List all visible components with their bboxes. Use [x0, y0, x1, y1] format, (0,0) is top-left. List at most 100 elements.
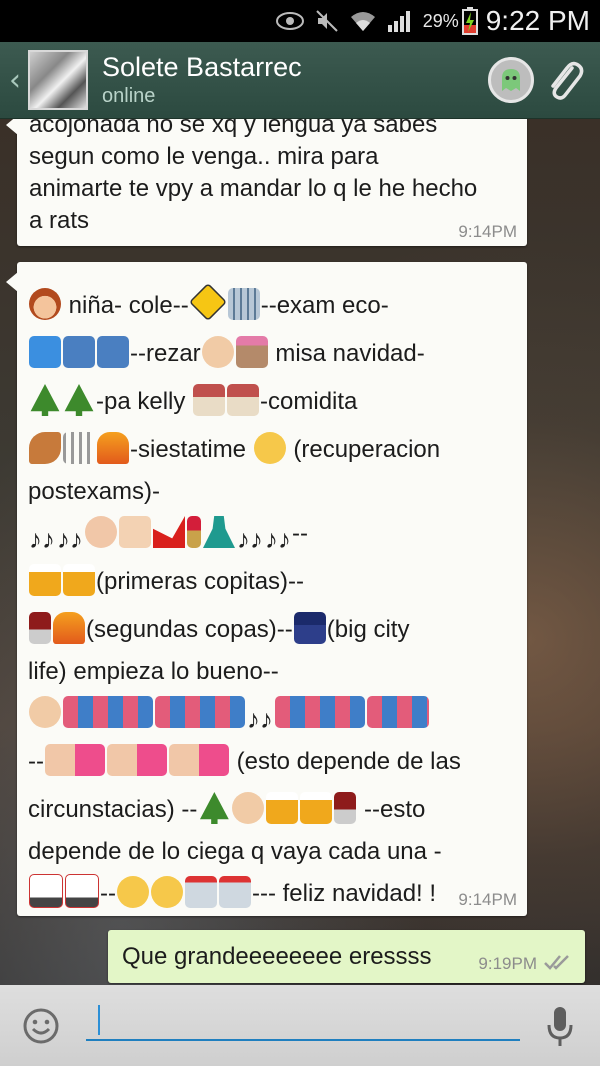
- school-crossing-emoji: [188, 282, 227, 322]
- ghost-icon: [502, 69, 520, 91]
- clapping-hands-emoji: [201, 336, 234, 368]
- couple-emoji: [63, 696, 153, 728]
- house-emoji: [227, 384, 260, 416]
- music-notes-emoji: ♪♪: [57, 524, 83, 554]
- message-input[interactable]: [86, 1003, 520, 1041]
- dizzy-face-emoji: [116, 876, 149, 908]
- contact-info[interactable]: Solete Bastarrec online: [102, 51, 302, 109]
- office-building-emoji: [227, 288, 260, 320]
- message-time: 9:14PM: [458, 222, 517, 241]
- clapping-hands-emoji: [232, 792, 265, 824]
- hospital-emoji: [184, 876, 217, 908]
- message-bubble-incoming[interactable]: acojonada no se xq y lengua ya sabes seg…: [6, 119, 527, 246]
- message-segment: postexams)-: [28, 478, 161, 505]
- message-segment: --- feliz navidad! !: [251, 880, 437, 907]
- paperclip-icon: [551, 61, 584, 100]
- input-numbers-emoji: [63, 336, 95, 368]
- message-segment: life) empieza lo bueno--: [28, 658, 279, 685]
- status-clock: 9:22 PM: [485, 5, 590, 36]
- eye-icon: [275, 11, 305, 31]
- battery-percent: 29%: [422, 10, 459, 31]
- christmas-tree-emoji: [30, 384, 60, 416]
- contact-name: Solete Bastarrec: [102, 52, 302, 82]
- attach-button[interactable]: [540, 56, 588, 104]
- music-notes-emoji: ♪♪: [237, 524, 263, 554]
- message-line: segun como le venga.. mira para: [29, 143, 379, 170]
- double-check-icon: [544, 954, 569, 970]
- music-notes-emoji: ♪♪: [247, 704, 273, 734]
- mute-icon: [315, 9, 339, 33]
- compose-bar: [0, 985, 600, 1066]
- kiss-emoji: [44, 744, 105, 776]
- christmas-tree-emoji: [64, 384, 94, 416]
- sleeping-face-emoji: [253, 432, 286, 464]
- high-heel-emoji: [153, 516, 185, 548]
- message-text: niña- cole-- --exam eco- --rezar misa nav…: [28, 282, 519, 918]
- chat-header: ‹ Solete Bastarrec online: [0, 42, 600, 119]
- chevron-left-icon[interactable]: ‹: [4, 63, 26, 98]
- message-time: 9:19PM: [478, 953, 537, 973]
- message-segment: --: [28, 748, 44, 775]
- chat-area[interactable]: acojonada no se xq y lengua ya sabes seg…: [0, 119, 600, 985]
- girl-emoji: [29, 288, 61, 320]
- avatar[interactable]: [28, 50, 88, 110]
- nail-polish-emoji: [119, 516, 151, 548]
- message-segment: niña- cole--: [68, 292, 189, 319]
- wine-glass-emoji: [29, 612, 51, 644]
- message-text: Que grandeeeeeeee eressss: [122, 942, 432, 970]
- couple-emoji: [155, 696, 245, 728]
- christmas-tree-emoji: [199, 792, 229, 824]
- kiss-emoji: [168, 744, 229, 776]
- fork-and-knife-emoji: [63, 432, 95, 464]
- message-segment: circunstacias) --: [28, 796, 198, 823]
- beer-mug-emoji: [63, 564, 95, 596]
- contact-status: online: [102, 85, 156, 107]
- message-bubble-outgoing[interactable]: Que grandeeeeeeee eressss 9:19PM: [108, 930, 585, 983]
- message-segment: -siestatime: [130, 436, 253, 463]
- kiss-emoji: [106, 744, 167, 776]
- ghost-button[interactable]: [488, 57, 534, 103]
- night-city-emoji: [293, 612, 326, 644]
- message-segment: -comidita: [260, 388, 358, 415]
- lipstick-emoji: [187, 516, 201, 548]
- beer-mug-emoji: [300, 792, 333, 824]
- message-time: 9:14PM: [458, 890, 517, 909]
- message-segment: (esto depende de las: [229, 748, 461, 775]
- message-bubble-incoming[interactable]: niña- cole-- --exam eco- --rezar misa nav…: [6, 262, 527, 918]
- message-segment: (segundas copas)--: [86, 616, 293, 643]
- message-segment: --rezar: [130, 340, 201, 367]
- microphone-button[interactable]: [545, 1005, 575, 1049]
- couple-emoji: [275, 696, 365, 728]
- downcast-sweat-emoji: [150, 876, 183, 908]
- ambulance-emoji: [29, 874, 63, 908]
- message-segment: (recuperacion: [286, 436, 441, 463]
- smiley-icon: [23, 1008, 59, 1044]
- signal-icon: [387, 9, 413, 33]
- message-segment: -pa kelly: [96, 388, 193, 415]
- text-cursor: [98, 1005, 100, 1035]
- message-segment: --esto: [357, 796, 426, 823]
- wedding-chapel-emoji: [235, 336, 268, 368]
- message-text: acojonada no se xq y lengua ya sabes seg…: [29, 119, 517, 237]
- wifi-icon: [349, 9, 377, 33]
- message-line: acojonada no se xq y lengua ya sabes: [29, 119, 438, 138]
- microphone-icon: [547, 1007, 573, 1046]
- haircut-emoji: [85, 516, 117, 548]
- message-line: a rats: [29, 207, 90, 234]
- message-segment: misa navidad-: [268, 340, 425, 367]
- tropical-drink-emoji: [53, 612, 85, 644]
- emoji-button[interactable]: [22, 1007, 60, 1045]
- status-bar: 29% 9:22 PM: [0, 0, 600, 42]
- couple-emoji: [367, 696, 429, 728]
- message-segment: --: [100, 880, 116, 907]
- ok-hand-emoji: [29, 696, 61, 728]
- input-numbers-emoji: [97, 336, 129, 368]
- keycap-ten-emoji: [29, 336, 61, 368]
- message-segment: (big city: [326, 616, 410, 643]
- clinking-beer-mugs-emoji: [29, 564, 61, 596]
- hospital-emoji: [218, 876, 251, 908]
- message-segment: depende de lo ciega q vaya cada una -: [28, 838, 442, 865]
- message-segment: (primeras copitas)--: [96, 568, 305, 595]
- music-notes-emoji: ♪♪: [29, 524, 55, 554]
- music-notes-emoji: ♪♪: [265, 524, 291, 554]
